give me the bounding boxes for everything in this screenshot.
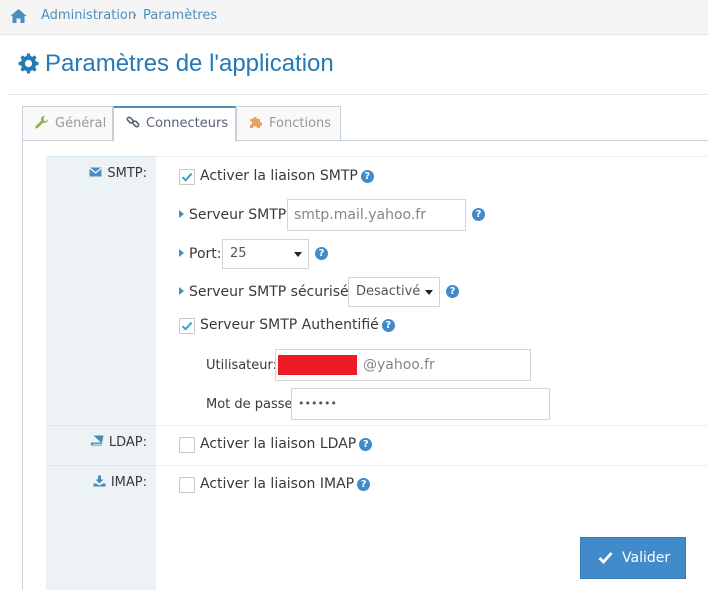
smtp-server-label: Serveur SMTP:	[179, 206, 291, 224]
wrench-icon	[35, 115, 48, 129]
smtp-server-label-text: Serveur SMTP:	[189, 207, 291, 223]
caret-right-icon	[179, 249, 184, 257]
smtp-secure-select[interactable]: Desactivé	[348, 277, 440, 307]
tab-fonctions[interactable]: Fonctions	[236, 106, 341, 141]
imap-enable-text: Activer la liaison IMAP	[200, 476, 355, 492]
breadcrumb-administration[interactable]: Administration	[41, 8, 136, 24]
tab-connecteurs-label: Connecteurs	[146, 116, 229, 131]
dropdown-arrow-icon	[425, 290, 433, 295]
ldap-label-text: LDAP:	[108, 435, 147, 450]
smtp-password-input[interactable]: ••••••	[291, 388, 550, 420]
smtp-user-label: Utilisateur:	[206, 358, 278, 373]
book-icon	[90, 435, 104, 446]
smtp-auth-checkbox[interactable]	[179, 318, 195, 334]
caret-right-icon	[179, 210, 184, 218]
smtp-enable-text: Activer la liaison SMTP	[200, 168, 358, 184]
row-separator	[156, 465, 708, 466]
row-separator	[156, 425, 708, 426]
help-icon[interactable]: ?	[381, 319, 395, 332]
form-top-border	[156, 156, 708, 157]
smtp-auth-text: Serveur SMTP Authentifié	[200, 317, 379, 333]
smtp-secure-label-text: Serveur SMTP sécurisé:	[189, 284, 354, 300]
breadcrumb-separator: ›	[132, 8, 138, 23]
ldap-enable-label[interactable]: Activer la liaison LDAP?	[200, 435, 373, 453]
envelope-icon	[89, 167, 103, 177]
help-icon[interactable]: ?	[315, 247, 328, 260]
title-divider	[8, 94, 708, 95]
help-icon[interactable]: ?	[359, 438, 373, 451]
label-separator	[46, 425, 156, 426]
tab-fonctions-label: Fonctions	[269, 116, 332, 131]
smtp-label-text: SMTP:	[107, 166, 147, 181]
smtp-secure-label: Serveur SMTP sécurisé:	[179, 283, 353, 301]
link-icon	[126, 116, 140, 128]
imap-enable-label[interactable]: Activer la liaison IMAP?	[200, 475, 371, 493]
help-icon[interactable]: ?	[360, 170, 374, 183]
puzzle-icon	[250, 117, 262, 128]
checkmark-icon	[181, 172, 193, 182]
help-icon[interactable]: ?	[472, 208, 485, 221]
ldap-enable-checkbox[interactable]	[179, 437, 195, 453]
smtp-port-label-text: Port:	[189, 246, 222, 262]
home-icon[interactable]	[10, 8, 27, 24]
download-icon	[93, 475, 106, 487]
tab-general[interactable]: Général	[22, 106, 113, 141]
smtp-enable-label[interactable]: Activer la liaison SMTP?	[200, 167, 374, 185]
label-separator	[46, 465, 156, 466]
smtp-secure-value: Desactivé	[356, 284, 421, 299]
help-icon[interactable]: ?	[446, 285, 459, 298]
caret-right-icon	[179, 287, 184, 295]
valider-button[interactable]: Valider	[580, 537, 686, 579]
gear-icon	[18, 53, 39, 74]
smtp-port-value: 25	[230, 246, 247, 261]
dropdown-arrow-icon	[294, 252, 302, 257]
breadcrumb: Administration › Paramètres	[0, 0, 708, 35]
section-label-column	[46, 156, 156, 590]
smtp-auth-label[interactable]: Serveur SMTP Authentifié?	[200, 316, 395, 334]
ldap-section-label: LDAP:	[90, 435, 147, 451]
help-icon[interactable]: ?	[357, 478, 371, 491]
smtp-server-input[interactable]: smtp.mail.yahoo.fr	[287, 199, 466, 231]
imap-label-text: IMAP:	[110, 475, 147, 490]
smtp-password-label: Mot de passe:	[206, 397, 297, 412]
tab-connecteurs[interactable]: Connecteurs	[113, 106, 236, 142]
page-title: Paramètres de l'application	[45, 50, 334, 77]
tab-general-label: Général	[55, 116, 107, 131]
ldap-enable-text: Activer la liaison LDAP	[200, 436, 357, 452]
redacted-username	[278, 355, 357, 375]
valider-button-label: Valider	[622, 550, 671, 566]
smtp-port-label: Port:	[179, 245, 221, 263]
breadcrumb-parametres[interactable]: Paramètres	[143, 8, 217, 24]
check-icon	[598, 552, 613, 564]
smtp-user-suffix: @yahoo.fr	[363, 357, 435, 373]
smtp-port-select[interactable]: 25	[222, 239, 309, 269]
checkmark-icon	[181, 321, 193, 331]
smtp-enable-checkbox[interactable]	[179, 169, 195, 185]
imap-section-label: IMAP:	[93, 475, 147, 491]
imap-enable-checkbox[interactable]	[179, 477, 195, 493]
smtp-section-label: SMTP:	[89, 166, 147, 182]
